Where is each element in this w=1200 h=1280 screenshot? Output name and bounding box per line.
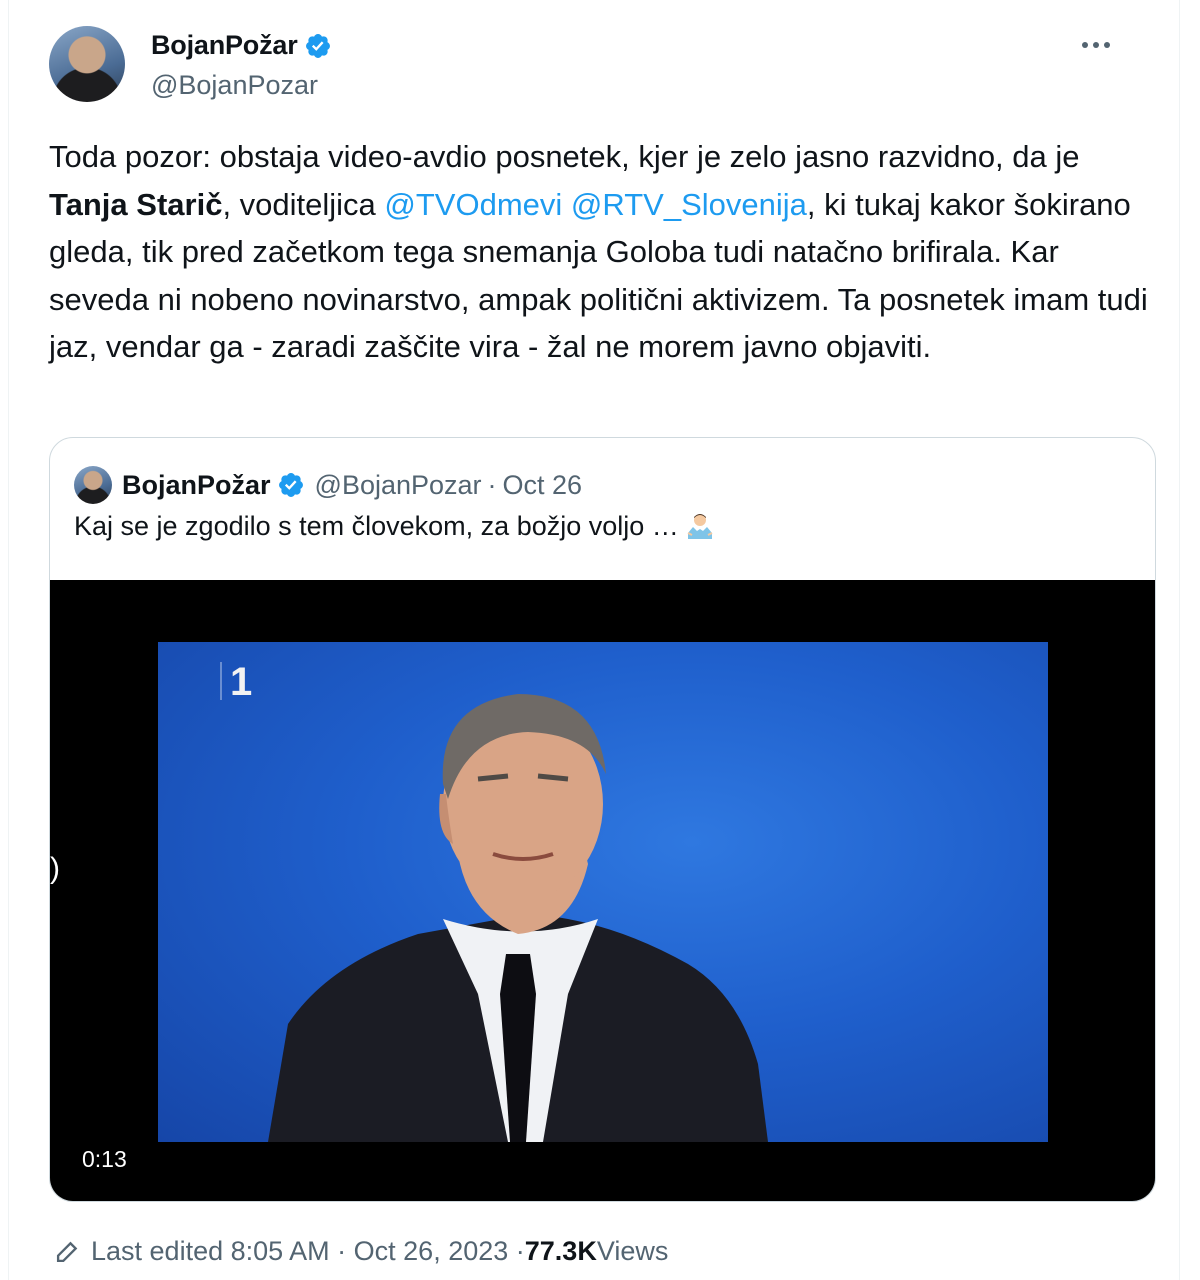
tweet-text-part: Toda pozor: obstaja video-avdio posnetek… bbox=[49, 139, 1080, 174]
views-count: 77.3K bbox=[524, 1236, 597, 1266]
mention-link-rtv-slovenija[interactable]: @RTV_Slovenija bbox=[571, 187, 807, 222]
quoted-author-handle[interactable]: @BojanPozar bbox=[315, 470, 482, 501]
quoted-tweet-text-content: Kaj se je zgodilo s tem človekom, za bož… bbox=[74, 511, 679, 541]
verified-badge-icon bbox=[278, 473, 303, 497]
quoted-author-name[interactable]: BojanPožar bbox=[122, 470, 271, 501]
edited-timestamp[interactable]: Last edited 8:05 AM · Oct 26, 2023 · bbox=[91, 1236, 525, 1267]
views-label: Views bbox=[596, 1236, 669, 1266]
mention-link-tvodmevi[interactable]: @TVOdmevi bbox=[384, 187, 562, 222]
channel-logo: 1 bbox=[220, 662, 268, 702]
video-duration: 0:13 bbox=[82, 1146, 127, 1172]
author-display-name[interactable]: BojanPožar bbox=[151, 30, 298, 61]
author-handle[interactable]: @BojanPozar bbox=[151, 70, 318, 101]
more-options-icon[interactable] bbox=[1079, 30, 1113, 60]
tweet-card: BojanPožar @BojanPozar Toda pozor: obsta… bbox=[8, 0, 1180, 1280]
meta-separator: · bbox=[487, 469, 497, 500]
edit-pencil-icon bbox=[56, 1241, 78, 1262]
video-frame[interactable]: 1 bbox=[158, 642, 1048, 1142]
quoted-tweet-text: Kaj se je zgodilo s tem človekom, za bož… bbox=[74, 511, 715, 542]
quoted-tweet[interactable]: BojanPožar @BojanPozar · Oct 26 Kaj se j… bbox=[49, 437, 1156, 1202]
video-presenter-image bbox=[268, 694, 768, 1142]
quoted-tweet-date[interactable]: Oct 26 bbox=[503, 470, 583, 501]
ellipsis-icon bbox=[1082, 42, 1110, 48]
quoted-author-avatar[interactable] bbox=[74, 466, 112, 504]
video-player[interactable]: ) 1 0:13 bbox=[50, 580, 1155, 1201]
video-side-glyph: ) bbox=[50, 852, 60, 885]
author-avatar[interactable] bbox=[49, 26, 125, 102]
man-shrugging-icon bbox=[687, 514, 713, 539]
quoted-tweet-header: BojanPožar @BojanPozar · Oct 26 bbox=[74, 466, 582, 504]
tweet-text: Toda pozor: obstaja video-avdio posnetek… bbox=[49, 133, 1159, 371]
tweet-text-part bbox=[562, 187, 571, 222]
tweet-text-part: , voditeljica bbox=[222, 186, 385, 222]
verified-badge-icon bbox=[305, 33, 330, 58]
tweet-bold-name: Tanja Starič bbox=[49, 186, 223, 222]
tweet-footer: Last edited 8:05 AM · Oct 26, 2023 · 77.… bbox=[53, 1236, 668, 1267]
author-name-row[interactable]: BojanPožar bbox=[151, 30, 332, 61]
